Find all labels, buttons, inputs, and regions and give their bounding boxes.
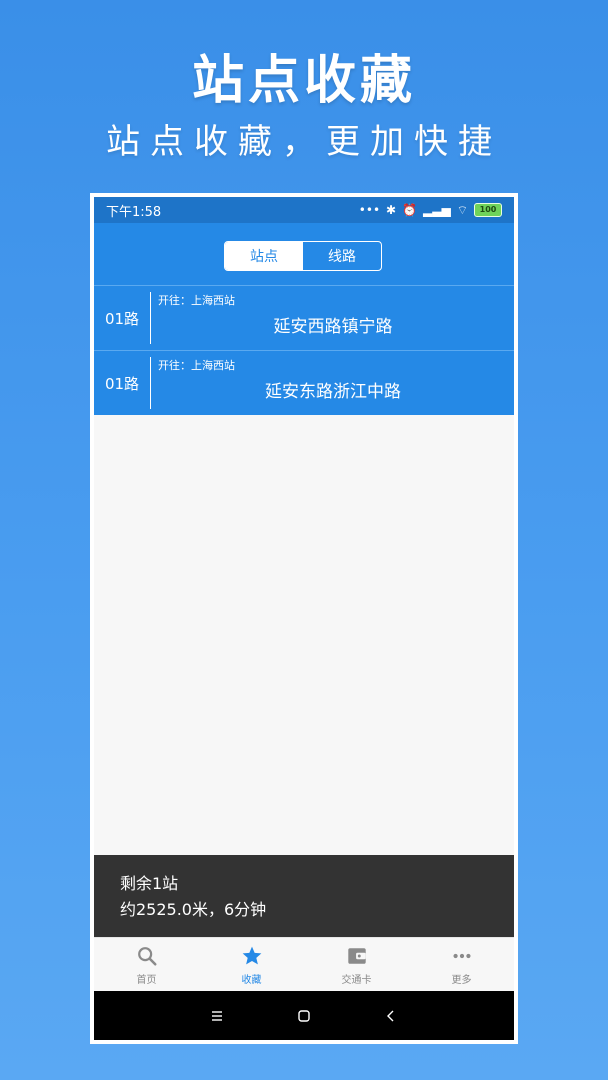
toast-distance-time: 约2525.0米，6分钟 [120,900,267,919]
bottom-tabbar: 首页 收藏 交通卡 更多 [94,937,514,992]
favorites-list: 01路 开往：上海西站 延安西路镇宁路 01路 开往：上海西站 延安东路浙江中路 [94,285,514,415]
app-header: 站点 线路 [94,223,514,285]
menu-icon[interactable] [209,1008,225,1024]
tab-stations[interactable]: 站点 [225,242,303,270]
wifi-icon: ⌔ [456,202,468,217]
tab-favorites[interactable]: 收藏 [199,938,304,992]
wallet-icon [347,947,366,964]
toward-label: 开往：上海西站 [158,294,235,307]
promo-subtitle: 站点收藏，更加快捷 [106,122,502,162]
star-icon [242,946,261,964]
more-icon [452,953,471,958]
divider [150,292,151,344]
more-dots-icon: ••• [358,203,381,217]
arrival-toast: 剩余1站 约2525.0米，6分钟 [94,855,514,937]
promo-title: 站点收藏 [191,51,416,111]
back-icon[interactable] [383,1008,399,1024]
route-label: 01路 [104,309,140,328]
tab-label: 首页 [136,974,157,986]
tab-label: 更多 [451,974,472,986]
tab-transit-card[interactable]: 交通卡 [304,938,409,992]
station-name: 延安西路镇宁路 [273,317,393,337]
status-icons: ••• ✱ ⏰ ▂▃▅ ⌔ 100 [359,203,502,218]
toast-stops-remaining: 剩余1站 [120,874,179,893]
system-nav-bar [94,991,514,1040]
tab-home[interactable]: 首页 [94,938,199,992]
tab-label: 收藏 [241,974,262,986]
battery-icon: 100 [474,203,502,217]
home-icon[interactable] [296,1008,312,1024]
toward-label: 开往：上海西站 [158,359,235,372]
tab-routes[interactable]: 线路 [303,242,381,270]
phone-screen: 下午1:58 ••• ✱ ⏰ ▂▃▅ ⌔ 100 站点 线路 01路 开往：上海… [94,197,514,1040]
station-name: 延安东路浙江中路 [265,382,401,402]
list-item[interactable]: 01路 开往：上海西站 延安西路镇宁路 [94,285,514,350]
segmented-control: 站点 线路 [224,241,382,271]
signal-icon: ▂▃▅ [423,203,451,217]
bluetooth-icon: ✱ [386,203,397,217]
phone-frame: 下午1:58 ••• ✱ ⏰ ▂▃▅ ⌔ 100 站点 线路 01路 开往：上海… [92,195,516,1042]
alarm-icon: ⏰ [402,203,418,217]
status-bar: 下午1:58 ••• ✱ ⏰ ▂▃▅ ⌔ 100 [94,197,514,223]
divider [150,357,151,409]
tab-label: 交通卡 [341,974,372,986]
route-label: 01路 [104,374,140,393]
status-time: 下午1:58 [106,204,162,220]
list-item[interactable]: 01路 开往：上海西站 延安东路浙江中路 [94,350,514,415]
search-icon [137,946,157,966]
tab-more[interactable]: 更多 [409,938,514,992]
